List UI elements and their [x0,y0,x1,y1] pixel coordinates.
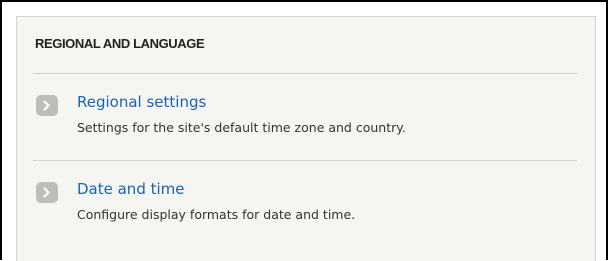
panel-title: REGIONAL AND LANGUAGE [35,36,205,51]
chevron-right-icon[interactable] [36,182,58,203]
list-item-date-and-time: Date and time Configure display formats … [33,174,577,234]
chevron-right-glyph [43,100,50,111]
date-and-time-description: Configure display formats for date and t… [77,207,356,222]
date-and-time-link[interactable]: Date and time [77,180,185,198]
regional-settings-link[interactable]: Regional settings [77,93,206,111]
divider [33,160,577,161]
regional-and-language-panel: REGIONAL AND LANGUAGE Regional settings … [16,16,596,261]
list-item-regional-settings: Regional settings Settings for the site'… [33,87,577,147]
chevron-right-icon[interactable] [36,95,58,116]
screenshot-frame: REGIONAL AND LANGUAGE Regional settings … [0,0,608,261]
regional-settings-description: Settings for the site's default time zon… [77,120,406,135]
divider [33,73,577,74]
chevron-right-glyph [43,187,50,198]
